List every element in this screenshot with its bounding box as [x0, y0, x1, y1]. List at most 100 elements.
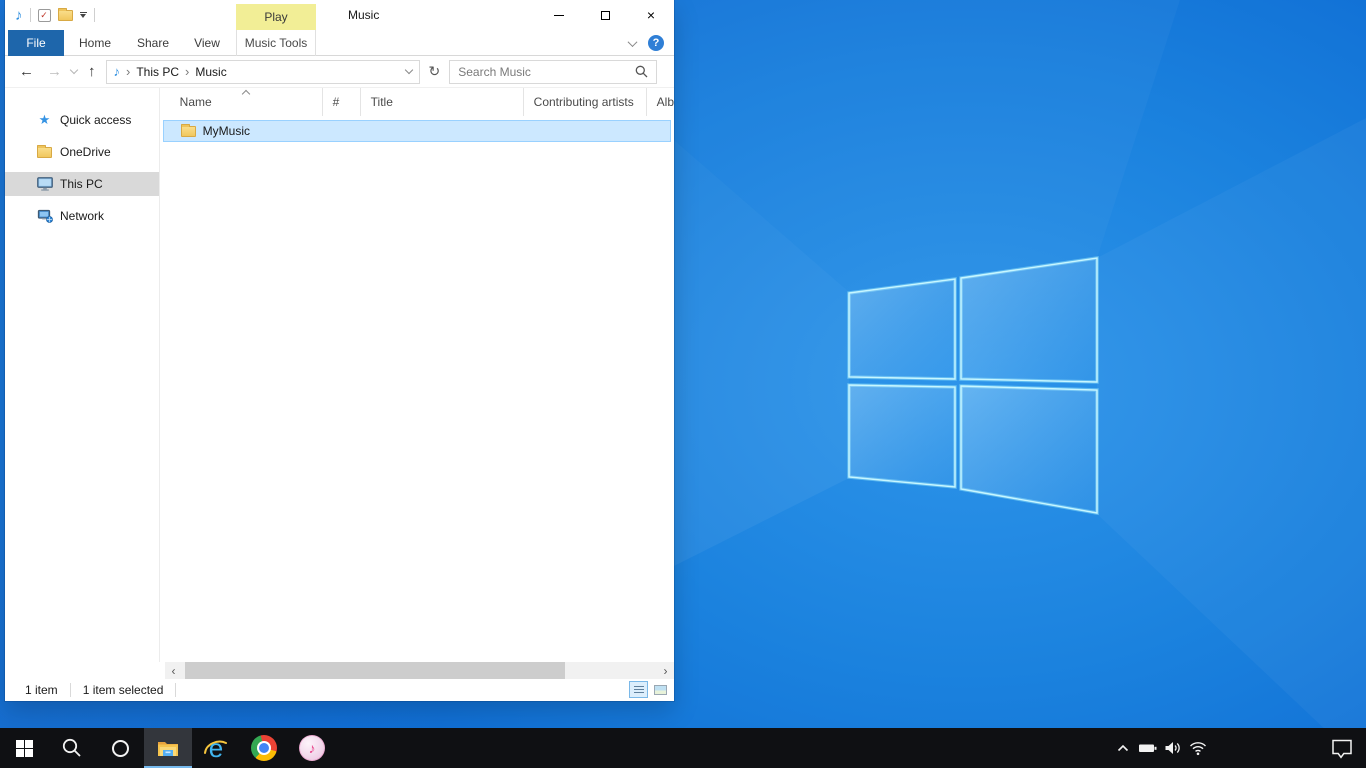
- scroll-left-arrow[interactable]: ‹: [165, 662, 182, 679]
- quick-access-star-icon: ★: [39, 112, 51, 128]
- navigation-toolbar: ← → ↑ ♪ › This PC › Music ↻: [5, 56, 674, 88]
- tray-spacer: [1210, 728, 1318, 768]
- scrollbar-row: ‹ ›: [5, 662, 674, 679]
- navigation-pane: ★ Quick access OneDrive This PC: [5, 88, 159, 662]
- onedrive-folder-icon: [37, 147, 52, 158]
- volume-indicator[interactable]: [1160, 728, 1185, 768]
- battery-icon: [1138, 740, 1158, 756]
- tab-share[interactable]: Share: [125, 30, 181, 56]
- quick-access-toolbar: ♪ ✓: [15, 0, 95, 30]
- breadcrumb-music[interactable]: Music: [195, 65, 226, 79]
- taskbar: e ♪: [0, 728, 1366, 768]
- tab-file[interactable]: File: [8, 30, 64, 56]
- file-name: MyMusic: [203, 124, 250, 138]
- sidebar-item-label: This PC: [60, 177, 103, 191]
- sidebar-item-this-pc[interactable]: This PC: [5, 172, 159, 196]
- item-count: 1 item: [25, 683, 58, 697]
- breadcrumb-chevron-icon[interactable]: ›: [185, 64, 189, 79]
- start-button[interactable]: [0, 728, 48, 768]
- properties-button[interactable]: ✓: [38, 9, 51, 22]
- sidebar-item-network[interactable]: Network: [5, 204, 159, 228]
- windows-start-icon: [16, 740, 33, 757]
- status-separator: [175, 683, 176, 697]
- details-view-button[interactable]: [629, 681, 648, 698]
- close-button[interactable]: ×: [628, 0, 674, 30]
- network-computer-icon: [37, 209, 53, 223]
- this-pc-monitor-icon: [37, 177, 53, 191]
- address-dropdown-icon[interactable]: [404, 66, 412, 74]
- speaker-icon: [1164, 740, 1182, 756]
- sidebar-item-onedrive[interactable]: OneDrive: [5, 140, 159, 164]
- search-icon: [61, 737, 83, 759]
- breadcrumb-chevron-icon[interactable]: ›: [126, 64, 130, 79]
- contextual-tab-play[interactable]: Play: [236, 4, 316, 30]
- refresh-icon[interactable]: ↻: [429, 63, 441, 80]
- chevron-up-icon: [1115, 740, 1131, 756]
- network-indicator[interactable]: [1185, 728, 1210, 768]
- horizontal-scrollbar[interactable]: ‹ ›: [165, 662, 674, 679]
- action-center-icon: [1330, 737, 1354, 759]
- back-button[interactable]: ←: [19, 64, 34, 79]
- customize-toolbar-button[interactable]: [80, 12, 87, 19]
- title-bar[interactable]: ♪ ✓ Play Music ×: [5, 0, 674, 30]
- search-box[interactable]: [449, 60, 657, 84]
- light-beam: [1097, 118, 1366, 768]
- scrollbar-spacer: [5, 662, 165, 679]
- recent-locations-icon[interactable]: [70, 66, 78, 74]
- address-bar[interactable]: ♪ › This PC › Music: [106, 60, 420, 84]
- file-row-mymusic[interactable]: MyMusic: [163, 120, 671, 142]
- status-bar: 1 item 1 item selected: [5, 679, 674, 701]
- folder-icon: [181, 126, 196, 137]
- column-header-number[interactable]: #: [323, 88, 361, 116]
- column-header-album[interactable]: Alb: [647, 88, 674, 116]
- tab-view[interactable]: View: [183, 30, 231, 56]
- toolbar-separator: [30, 8, 31, 22]
- file-list-pane: Name # Title Contributing artists Alb My…: [159, 88, 674, 662]
- cortana-button[interactable]: [96, 728, 144, 768]
- location-music-icon: ♪: [114, 64, 121, 79]
- large-icons-view-icon: [654, 685, 667, 695]
- taskbar-file-explorer-button[interactable]: [144, 728, 192, 768]
- internet-explorer-icon: e: [202, 734, 230, 762]
- battery-indicator[interactable]: [1135, 728, 1160, 768]
- column-header-title[interactable]: Title: [361, 88, 524, 116]
- search-input[interactable]: [450, 65, 635, 79]
- chrome-button[interactable]: [240, 728, 288, 768]
- forward-button[interactable]: →: [47, 64, 62, 79]
- show-hidden-icons-button[interactable]: [1110, 728, 1135, 768]
- details-view-icon: [634, 686, 644, 694]
- up-button[interactable]: ↑: [88, 64, 96, 79]
- maximize-icon: [601, 11, 610, 20]
- taskbar-search-button[interactable]: [48, 728, 96, 768]
- internet-explorer-button[interactable]: e: [192, 728, 240, 768]
- column-header-contributing-artists[interactable]: Contributing artists: [524, 88, 647, 116]
- scrollbar-thumb[interactable]: [185, 662, 565, 679]
- view-toggles: [629, 681, 670, 698]
- sidebar-item-label: Network: [60, 209, 104, 223]
- large-icons-view-button[interactable]: [651, 681, 670, 698]
- search-icon[interactable]: [635, 65, 648, 78]
- scrollbar-track[interactable]: [182, 662, 657, 679]
- window-title: Music: [348, 0, 379, 30]
- sidebar-item-quick-access[interactable]: ★ Quick access: [5, 108, 159, 132]
- sidebar-item-label: OneDrive: [60, 145, 111, 159]
- breadcrumb-this-pc[interactable]: This PC: [136, 65, 179, 79]
- scroll-right-arrow[interactable]: ›: [657, 662, 674, 679]
- toolbar-separator: [94, 8, 95, 22]
- action-center-button[interactable]: [1318, 728, 1366, 768]
- ribbon-tab-bar: File Home Share View Music Tools ?: [5, 30, 674, 56]
- minimize-ribbon-icon[interactable]: [628, 37, 638, 47]
- file-explorer-icon: [156, 738, 180, 758]
- system-tray: [1110, 728, 1366, 768]
- window-controls: ×: [536, 0, 674, 30]
- selected-count: 1 item selected: [83, 683, 164, 697]
- help-icon[interactable]: ?: [648, 35, 664, 51]
- ribbon-right-controls: ?: [629, 30, 664, 56]
- wifi-icon: [1188, 740, 1208, 756]
- maximize-button[interactable]: [582, 0, 628, 30]
- tab-music-tools[interactable]: Music Tools: [236, 30, 316, 56]
- minimize-button[interactable]: [536, 0, 582, 30]
- tab-home[interactable]: Home: [67, 30, 123, 56]
- new-folder-button[interactable]: [58, 10, 73, 21]
- itunes-button[interactable]: ♪: [288, 728, 336, 768]
